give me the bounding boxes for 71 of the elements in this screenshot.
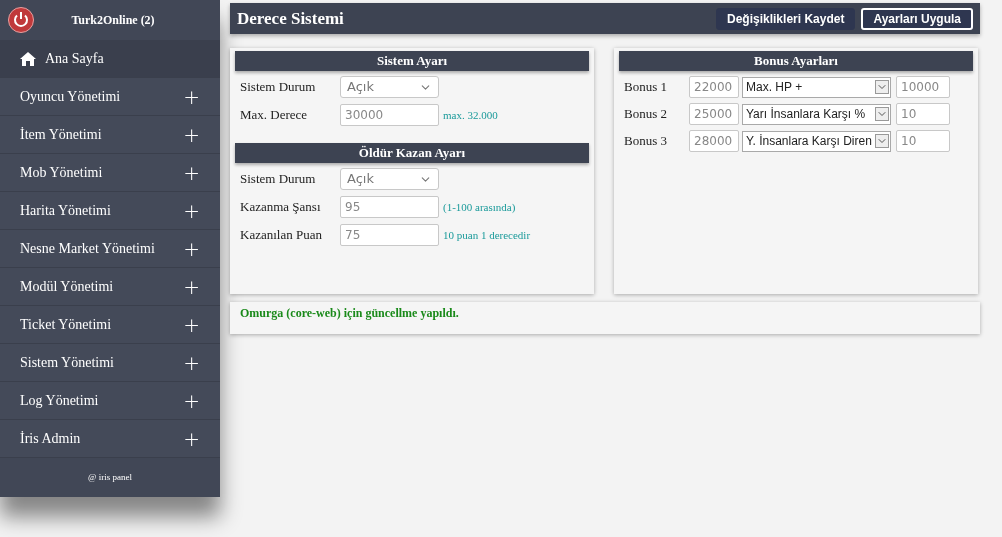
sidebar-item[interactable]: İtem Yönetimi + bbox=[0, 116, 220, 154]
expand-icon: + bbox=[183, 162, 200, 183]
sidebar-item[interactable]: Ticket Yönetimi + bbox=[0, 306, 220, 344]
sidebar-item[interactable]: Oyuncu Yönetimi + bbox=[0, 78, 220, 116]
sidebar-label: Sistem Yönetimi bbox=[20, 354, 115, 372]
header-button[interactable]: Ayarları Uygula bbox=[861, 7, 973, 30]
sidebar-label: Log Yönetimi bbox=[20, 392, 100, 410]
field-label: Bonus 2 bbox=[624, 105, 668, 124]
sidebar-label: İris Admin bbox=[20, 430, 82, 448]
select-field[interactable]: Açık bbox=[340, 168, 439, 190]
input-field[interactable]: 10 bbox=[896, 103, 950, 125]
sidebar-label: Mob Yönetimi bbox=[20, 164, 104, 182]
input-field[interactable]: 28000 bbox=[689, 130, 739, 152]
header-button[interactable]: Değişiklikleri Kaydet bbox=[716, 7, 856, 30]
input-field[interactable]: 25000 bbox=[689, 103, 739, 125]
expand-icon: + bbox=[183, 124, 200, 145]
select-field[interactable]: Yarı İnsanlara Karşı % bbox=[742, 103, 891, 125]
input-field[interactable]: 10000 bbox=[896, 76, 950, 98]
sidebar-item[interactable]: Mob Yönetimi + bbox=[0, 154, 220, 192]
status-message: Omurga (core-web) için güncellme yapıldı. bbox=[240, 305, 459, 322]
chevron-icon bbox=[875, 80, 889, 94]
expand-icon: + bbox=[183, 428, 200, 449]
chevron-icon bbox=[875, 107, 889, 121]
expand-icon: + bbox=[183, 352, 200, 373]
sidebar-item[interactable]: Log Yönetimi + bbox=[0, 382, 220, 420]
sidebar-label: İtem Yönetimi bbox=[20, 126, 103, 144]
expand-icon: + bbox=[183, 86, 200, 107]
field-label: Bonus 3 bbox=[624, 132, 668, 151]
home-icon bbox=[20, 51, 36, 66]
page-title: Derece Sistemi bbox=[237, 7, 345, 30]
hint-text: 10 puan 1 derecedir bbox=[443, 227, 531, 243]
field-label: Kazanılan Puan bbox=[240, 226, 323, 245]
sidebar-item[interactable]: Ana Sayfa bbox=[0, 40, 220, 78]
field-label: Kazanma Şansı bbox=[240, 198, 322, 217]
panel-header: Bonus Ayarları bbox=[619, 51, 973, 71]
expand-icon: + bbox=[183, 276, 200, 297]
field-label: Sistem Durum bbox=[240, 78, 317, 97]
expand-icon: + bbox=[183, 200, 200, 221]
field-label: Bonus 1 bbox=[624, 78, 668, 97]
select-field[interactable]: Max. HP + bbox=[742, 76, 891, 98]
field-label: Max. Derece bbox=[240, 106, 309, 125]
site-title: Turk2Online (2) bbox=[70, 12, 156, 29]
input-field[interactable]: 10 bbox=[896, 130, 950, 152]
sidebar-item[interactable]: Sistem Yönetimi + bbox=[0, 344, 220, 382]
input-field[interactable]: 22000 bbox=[689, 76, 739, 98]
footer-text: @ iris panel bbox=[88, 470, 132, 484]
power-icon[interactable] bbox=[8, 7, 34, 33]
select-field[interactable]: Açık bbox=[340, 76, 439, 98]
hint-text: max. 32.000 bbox=[443, 107, 498, 123]
input-field[interactable]: 95 bbox=[340, 196, 439, 218]
hint-text: (1-100 arasında) bbox=[443, 199, 516, 215]
sidebar-item[interactable]: Modül Yönetimi + bbox=[0, 268, 220, 306]
expand-icon: + bbox=[183, 390, 200, 411]
chevron-icon bbox=[875, 134, 889, 148]
sidebar-label: Harita Yönetimi bbox=[20, 202, 112, 220]
sidebar-label: Ana Sayfa bbox=[45, 50, 105, 68]
panel-header: Sistem Ayarı bbox=[235, 51, 589, 71]
select-field[interactable]: Y. İnsanlara Karşı Diren bbox=[742, 130, 891, 152]
expand-icon: + bbox=[183, 314, 200, 335]
expand-icon: + bbox=[183, 238, 200, 259]
sidebar-label: Ticket Yönetimi bbox=[20, 316, 113, 334]
sidebar-item[interactable]: Harita Yönetimi + bbox=[0, 192, 220, 230]
input-field[interactable]: 30000 bbox=[340, 104, 439, 126]
sidebar-item[interactable]: Nesne Market Yönetimi + bbox=[0, 230, 220, 268]
field-label: Sistem Durum bbox=[240, 170, 317, 189]
sidebar-label: Oyuncu Yönetimi bbox=[20, 88, 122, 106]
panel-header: Öldür Kazan Ayarı bbox=[235, 143, 589, 163]
input-field[interactable]: 75 bbox=[340, 224, 439, 246]
sidebar-item[interactable]: İris Admin + bbox=[0, 420, 220, 458]
sidebar-label: Nesne Market Yönetimi bbox=[20, 240, 156, 258]
sidebar-label: Modül Yönetimi bbox=[20, 278, 115, 296]
